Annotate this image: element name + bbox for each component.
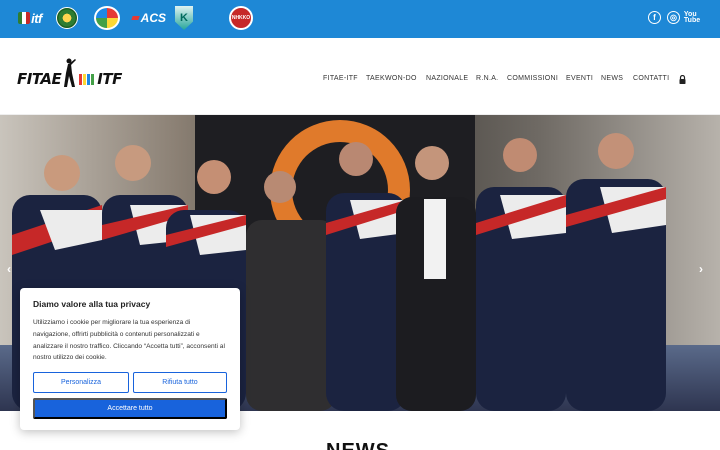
cookie-description: Utilizziamo i cookie per migliorare la t… (33, 319, 225, 362)
reject-all-button[interactable]: Rifiuta tutto (133, 372, 227, 393)
fitae-itf-logo[interactable]: FITAE ITF (17, 54, 122, 88)
nav-item-nazionale[interactable]: NAZIONALE (426, 75, 468, 82)
kicking-figure-icon (62, 58, 77, 88)
site-header: FITAE ITF FITAE-ITF TAEKWON-DO NAZIONALE… (0, 38, 720, 115)
shield-partner-logo[interactable]: K (174, 5, 194, 31)
partner-bar: itf ACS K NHKKO f ◎ You Tube (0, 0, 720, 38)
facebook-icon[interactable]: f (648, 11, 661, 24)
acs-partner-logo[interactable]: ACS (131, 5, 166, 31)
kids-partner-logo[interactable] (93, 5, 121, 31)
cookie-consent-banner: Diamo valore alla tua privacy Utilizziam… (20, 288, 240, 430)
nav-item-eventi[interactable]: EVENTI (566, 75, 593, 82)
nhkko-partner-logo[interactable]: NHKKO (229, 5, 253, 31)
accept-all-button[interactable]: Accettare tutto (33, 398, 227, 419)
itf-partner-logo[interactable]: itf (12, 5, 48, 31)
nav-item-commissioni[interactable]: COMMISSIONI (507, 75, 558, 82)
nav-item-fitae-itf[interactable]: FITAE-ITF (323, 75, 358, 82)
nav-item-taekwon-do[interactable]: TAEKWON-DO (366, 75, 417, 82)
cookie-title: Diamo valore alla tua privacy (33, 299, 151, 309)
flag-stripes-icon (79, 74, 95, 85)
nav-item-rna[interactable]: R.N.A. (476, 75, 498, 82)
nav-item-contatti[interactable]: CONTATTI (633, 75, 669, 82)
slider-prev-icon[interactable]: ‹ (7, 262, 11, 276)
instagram-icon[interactable]: ◎ (667, 11, 680, 24)
youtube-icon[interactable]: You Tube (684, 11, 700, 24)
customize-button[interactable]: Personalizza (33, 372, 129, 393)
seal-partner-logo[interactable] (56, 5, 78, 31)
nav-item-news[interactable]: NEWS (601, 75, 623, 82)
slider-next-icon[interactable]: › (699, 262, 703, 276)
news-section-title: NEWS (326, 440, 390, 450)
lock-icon[interactable] (679, 71, 686, 84)
